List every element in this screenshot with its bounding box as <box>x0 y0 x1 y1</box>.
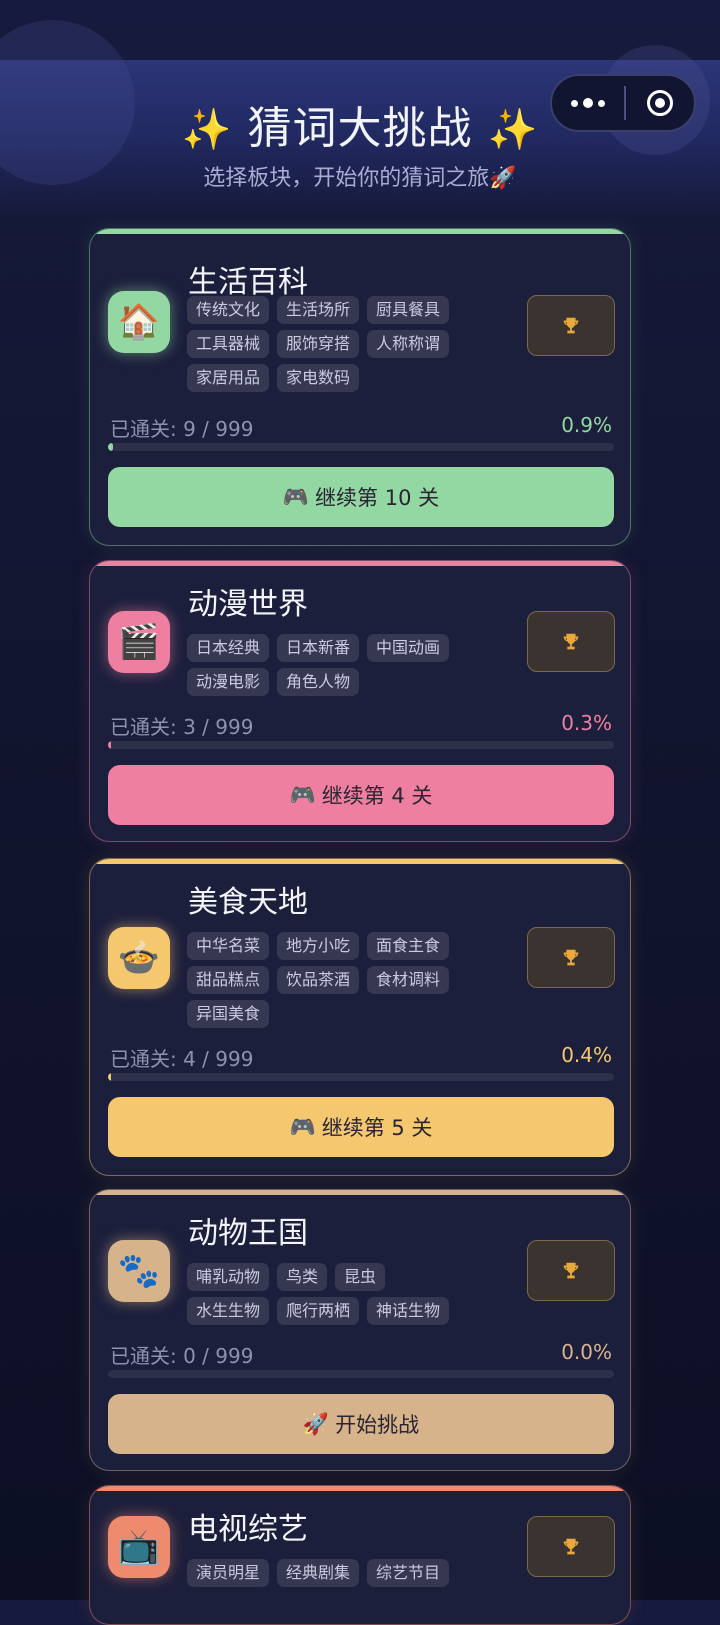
category-card[interactable]: 📺 电视综艺演员明星 经典剧集 综艺节目 <box>89 1485 631 1625</box>
progress-bar-fill <box>108 443 113 451</box>
trophy-icon <box>563 1262 579 1278</box>
category-name: 动物王国 <box>188 1216 308 1251</box>
category-tag: 饮品茶酒 <box>277 966 360 994</box>
category-tag: 生活场所 <box>277 296 360 324</box>
progress-percent: 0.4% <box>561 1043 612 1067</box>
continue-button[interactable]: 🎮 继续第 4 关 <box>108 765 614 825</box>
category-tag: 工具器械 <box>187 330 270 358</box>
category-tag: 甜品糕点 <box>187 966 270 994</box>
progress-percent: 0.0% <box>561 1340 612 1364</box>
category-tag: 异国美食 <box>187 1000 270 1028</box>
category-tag: 日本新番 <box>277 634 360 662</box>
progress-label: 已通关: 4 / 999 <box>110 1047 254 1071</box>
progress-percent: 0.9% <box>561 413 612 437</box>
card-accent-bar <box>90 1486 630 1491</box>
button-label: 继续第 4 关 <box>321 784 433 808</box>
category-tag: 人称称谓 <box>367 330 450 358</box>
rocket-icon: 🚀 <box>302 1411 330 1436</box>
category-tag: 水生生物 <box>187 1297 270 1325</box>
category-tag: 中华名菜 <box>187 932 270 960</box>
category-card[interactable]: 🍲 美食天地中华名菜 地方小吃 面食主食甜品糕点 饮品茶酒 食材调料异国美食 已通关: 4… <box>89 858 631 1176</box>
progress-percent: 0.3% <box>561 711 612 735</box>
trophy-button[interactable] <box>527 1240 615 1301</box>
category-tag: 经典剧集 <box>277 1559 360 1587</box>
progress-bar <box>108 1370 614 1378</box>
category-tag: 昆虫 <box>335 1263 386 1291</box>
category-tag: 食材调料 <box>367 966 450 994</box>
category-tags: 传统文化 生活场所 厨具餐具工具器械 服饰穿搭 人称称谓家居用品 家电数码 <box>187 296 457 392</box>
category-name: 动漫世界 <box>188 587 308 622</box>
category-tag: 服饰穿搭 <box>277 330 360 358</box>
category-tags: 中华名菜 地方小吃 面食主食甜品糕点 饮品茶酒 食材调料异国美食 <box>187 932 457 1028</box>
category-tag: 家居用品 <box>187 364 270 392</box>
sparkles-icon: ✨ <box>181 107 233 153</box>
page-title-text: 猜词大挑战 <box>247 103 473 154</box>
category-tag: 日本经典 <box>187 634 270 662</box>
continue-button[interactable]: 🎮 继续第 5 关 <box>108 1097 614 1157</box>
category-tags: 哺乳动物 鸟类 昆虫水生生物 爬行两栖 神话生物 <box>187 1263 457 1325</box>
trophy-icon <box>563 1538 579 1554</box>
sparkles-icon: ✨ <box>487 107 539 153</box>
category-icon: 🍲 <box>108 927 170 989</box>
progress-bar <box>108 443 614 451</box>
progress-bar <box>108 741 614 749</box>
trophy-icon <box>563 633 579 649</box>
gamepad-icon: 🎮 <box>282 484 310 509</box>
page-header: ✨ 猜词大挑战 ✨ <box>0 92 720 156</box>
progress-label: 已通关: 0 / 999 <box>110 1344 254 1368</box>
card-accent-bar <box>90 859 630 864</box>
category-tag: 综艺节目 <box>367 1559 450 1587</box>
page-title: ✨ 猜词大挑战 ✨ <box>182 103 539 154</box>
category-tag: 神话生物 <box>367 1297 450 1325</box>
button-label: 继续第 10 关 <box>315 486 440 510</box>
category-tag: 爬行两栖 <box>277 1297 360 1325</box>
category-tag: 鸟类 <box>277 1263 328 1291</box>
category-name: 美食天地 <box>188 885 308 920</box>
progress-bar-fill <box>108 741 111 749</box>
progress-bar <box>108 1073 614 1081</box>
continue-button[interactable]: 🚀 开始挑战 <box>108 1394 614 1454</box>
trophy-button[interactable] <box>527 927 615 988</box>
category-icon: 🏠 <box>108 291 170 353</box>
category-icon: 🐾 <box>108 1240 170 1302</box>
category-icon: 📺 <box>108 1516 170 1578</box>
category-tag: 传统文化 <box>187 296 270 324</box>
category-card[interactable]: 🏠 生活百科 传统文化 生活场所 厨具餐具工具器械 服饰穿搭 人称称谓家居用品 家电数码 已通… <box>89 228 631 546</box>
trophy-button[interactable] <box>527 1516 615 1577</box>
trophy-icon <box>563 949 579 965</box>
category-tags: 演员明星 经典剧集 综艺节目 <box>187 1559 457 1587</box>
card-accent-bar <box>90 1190 630 1195</box>
progress-label: 已通关: 9 / 999 <box>110 417 254 441</box>
trophy-button[interactable] <box>527 295 615 356</box>
progress-label: 已通关: 3 / 999 <box>110 715 254 739</box>
gamepad-icon: 🎮 <box>289 782 316 807</box>
category-tag: 厨具餐具 <box>367 296 450 324</box>
gamepad-icon: 🎮 <box>289 1114 316 1139</box>
category-tag: 哺乳动物 <box>187 1263 270 1291</box>
page-subtitle: 选择板块，开始你的猜词之旅🚀 <box>203 166 517 191</box>
category-tag: 角色人物 <box>277 668 360 696</box>
category-icon: 🎬 <box>108 611 170 673</box>
button-label: 开始挑战 <box>335 1413 420 1437</box>
category-name: 生活百科 <box>188 265 308 300</box>
category-tag: 面食主食 <box>367 932 450 960</box>
category-tag: 动漫电影 <box>187 668 270 696</box>
continue-button[interactable]: 🎮 继续第 10 关 <box>108 467 614 527</box>
button-label: 继续第 5 关 <box>321 1116 433 1140</box>
category-card[interactable]: 🐾 动物王国哺乳动物 鸟类 昆虫水生生物 爬行两栖 神话生物 已通关: 0 / 999 0.… <box>89 1189 631 1471</box>
trophy-button[interactable] <box>527 611 615 672</box>
card-accent-bar <box>90 561 630 566</box>
category-tag: 家电数码 <box>277 364 360 392</box>
trophy-icon <box>563 317 579 333</box>
category-card[interactable]: 🎬 动漫世界日本经典 日本新番 中国动画动漫电影 角色人物 已通关: 3 / 999 0.… <box>89 560 631 842</box>
category-tags: 日本经典 日本新番 中国动画动漫电影 角色人物 <box>187 634 457 696</box>
category-tag: 地方小吃 <box>277 932 360 960</box>
category-tag: 演员明星 <box>187 1559 270 1587</box>
progress-bar-fill <box>108 1073 111 1081</box>
category-name: 电视综艺 <box>188 1512 308 1547</box>
card-accent-bar <box>90 229 630 234</box>
category-tag: 中国动画 <box>367 634 450 662</box>
